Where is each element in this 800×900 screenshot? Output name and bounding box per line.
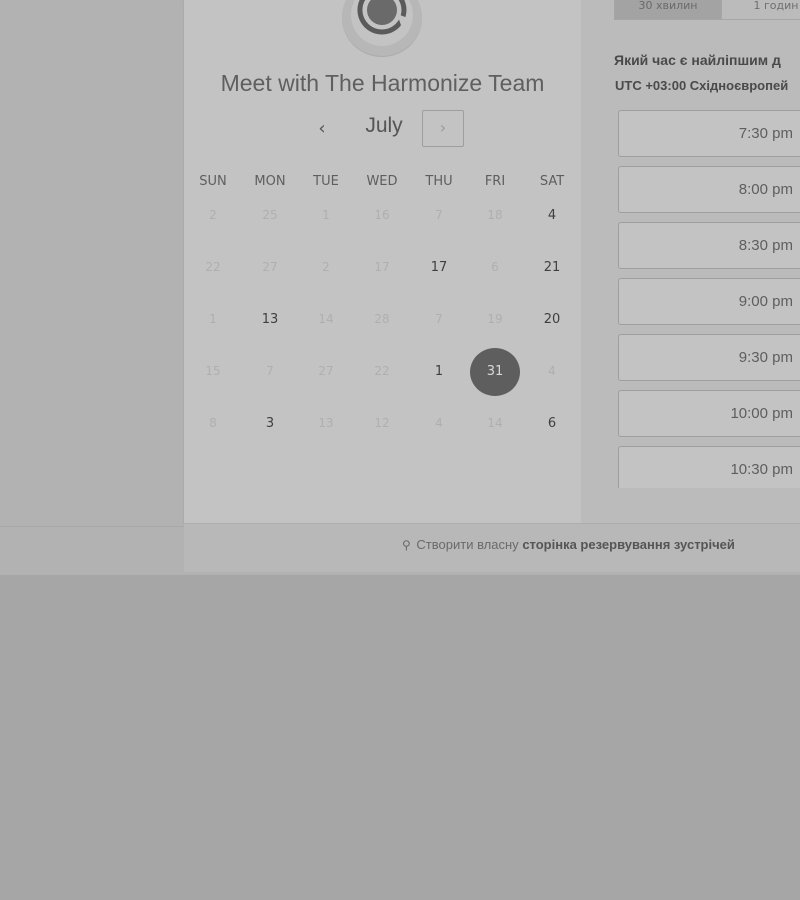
calendar-day-available[interactable]: 3: [242, 416, 298, 431]
calendar-day-available[interactable]: 17: [411, 260, 467, 275]
calendar-day-unavailable: 16: [374, 208, 390, 222]
time-slot-button[interactable]: 7:30 pm: [618, 110, 800, 157]
page-title: Meet with The Harmonize Team: [220, 70, 545, 96]
weekday-header: FRI: [484, 174, 506, 189]
time-slot-button[interactable]: 9:30 pm: [618, 334, 800, 381]
calendar-day-available[interactable]: 20: [524, 312, 580, 327]
chat-bubble-icon: [357, 0, 408, 35]
tab-duration-30[interactable]: 30 хвилин: [614, 0, 722, 20]
time-slot-list: 7:30 pm 8:00 pm 8:30 pm 9:00 pm 9:30 pm 10:00…: [618, 110, 800, 488]
calendar-card: Meet with The Harmonize Team ‹ July › SU…: [184, 0, 581, 523]
calendar-day-unavailable: 1: [322, 208, 330, 222]
calendar-day-unavailable: 2: [322, 260, 330, 274]
calendar-day-unavailable: 7: [435, 208, 443, 222]
calendar-day-available[interactable]: 1: [411, 364, 467, 379]
calendar-day-unavailable: 2: [209, 208, 217, 222]
calendar-day-unavailable: 22: [374, 364, 390, 378]
footer-link[interactable]: ⚲ Створити власну сторінка резервування …: [402, 537, 735, 552]
calendar-day-unavailable: 15: [205, 364, 221, 378]
calendar-day-unavailable: 8: [209, 416, 217, 430]
weekday-header: MON: [254, 174, 286, 189]
calendar-day-unavailable: 1: [209, 312, 217, 326]
time-slot-button[interactable]: 8:30 pm: [618, 222, 800, 269]
timezone-offset: UTC +03:00: [615, 78, 687, 93]
calendar-day-unavailable: 22: [205, 260, 221, 274]
calendar-day-unavailable: 27: [318, 364, 334, 378]
calendar-day-unavailable: 28: [374, 312, 390, 326]
calendar-day-unavailable: 4: [435, 416, 443, 430]
chevron-left-icon: ‹: [318, 118, 326, 139]
calendar-day-unavailable: 7: [266, 364, 274, 378]
weekday-header: SAT: [539, 174, 565, 189]
calendar-day-unavailable: 17: [374, 260, 390, 274]
calendar-day-unavailable: 14: [318, 312, 334, 326]
calendar-day-available[interactable]: 4: [524, 208, 580, 223]
calendar-day-unavailable: 14: [487, 416, 503, 430]
calendar-day-available[interactable]: 21: [524, 260, 580, 275]
calendar-day-unavailable: 12: [374, 416, 390, 430]
next-month-button[interactable]: ›: [422, 110, 464, 147]
calendar-day-unavailable: 27: [262, 260, 278, 274]
calendar-day-available[interactable]: 13: [242, 312, 298, 327]
time-slot-button[interactable]: 8:00 pm: [618, 166, 800, 213]
prev-month-button[interactable]: ‹: [310, 116, 334, 142]
tab-duration-60[interactable]: 1 годин: [721, 0, 800, 20]
weekday-header: THU: [425, 174, 453, 189]
calendar-day-unavailable: 18: [487, 208, 503, 222]
calendar-day-unavailable: 25: [262, 208, 278, 222]
avatar: [342, 0, 422, 56]
footer-link-text[interactable]: сторінка резервування зустрічей: [522, 537, 735, 552]
calendar-day-selected[interactable]: 31: [470, 348, 520, 396]
calendar-day-unavailable: 13: [318, 416, 334, 430]
duration-tabs: 30 хвилин 1 годин: [430, 0, 800, 21]
calendar-day-unavailable: 6: [491, 260, 499, 274]
chevron-right-icon: ›: [439, 118, 447, 137]
calendar-day-unavailable: 7: [435, 312, 443, 326]
time-question: Який час є найліпшим д: [614, 52, 781, 68]
calendar-day-unavailable: 19: [487, 312, 503, 326]
timezone-selector[interactable]: UTC +03:00 Східноєвропей: [615, 78, 800, 93]
sprocket-icon: ⚲: [402, 538, 411, 552]
footer-prefix: Створити власну: [416, 537, 519, 552]
weekday-header: WED: [366, 174, 398, 189]
weekday-header: TUE: [313, 174, 339, 189]
time-slot-button[interactable]: 9:00 pm: [618, 278, 800, 325]
time-slot-button[interactable]: 10:00 pm: [618, 390, 800, 437]
timezone-name: Східноєвропей: [689, 78, 789, 93]
month-label: July: [365, 114, 403, 137]
weekday-header: SUN: [199, 174, 227, 189]
time-slot-button[interactable]: 10:30 pm: [618, 446, 800, 488]
calendar-day-unavailable: 4: [548, 364, 556, 378]
calendar-day-available[interactable]: 6: [524, 416, 580, 431]
